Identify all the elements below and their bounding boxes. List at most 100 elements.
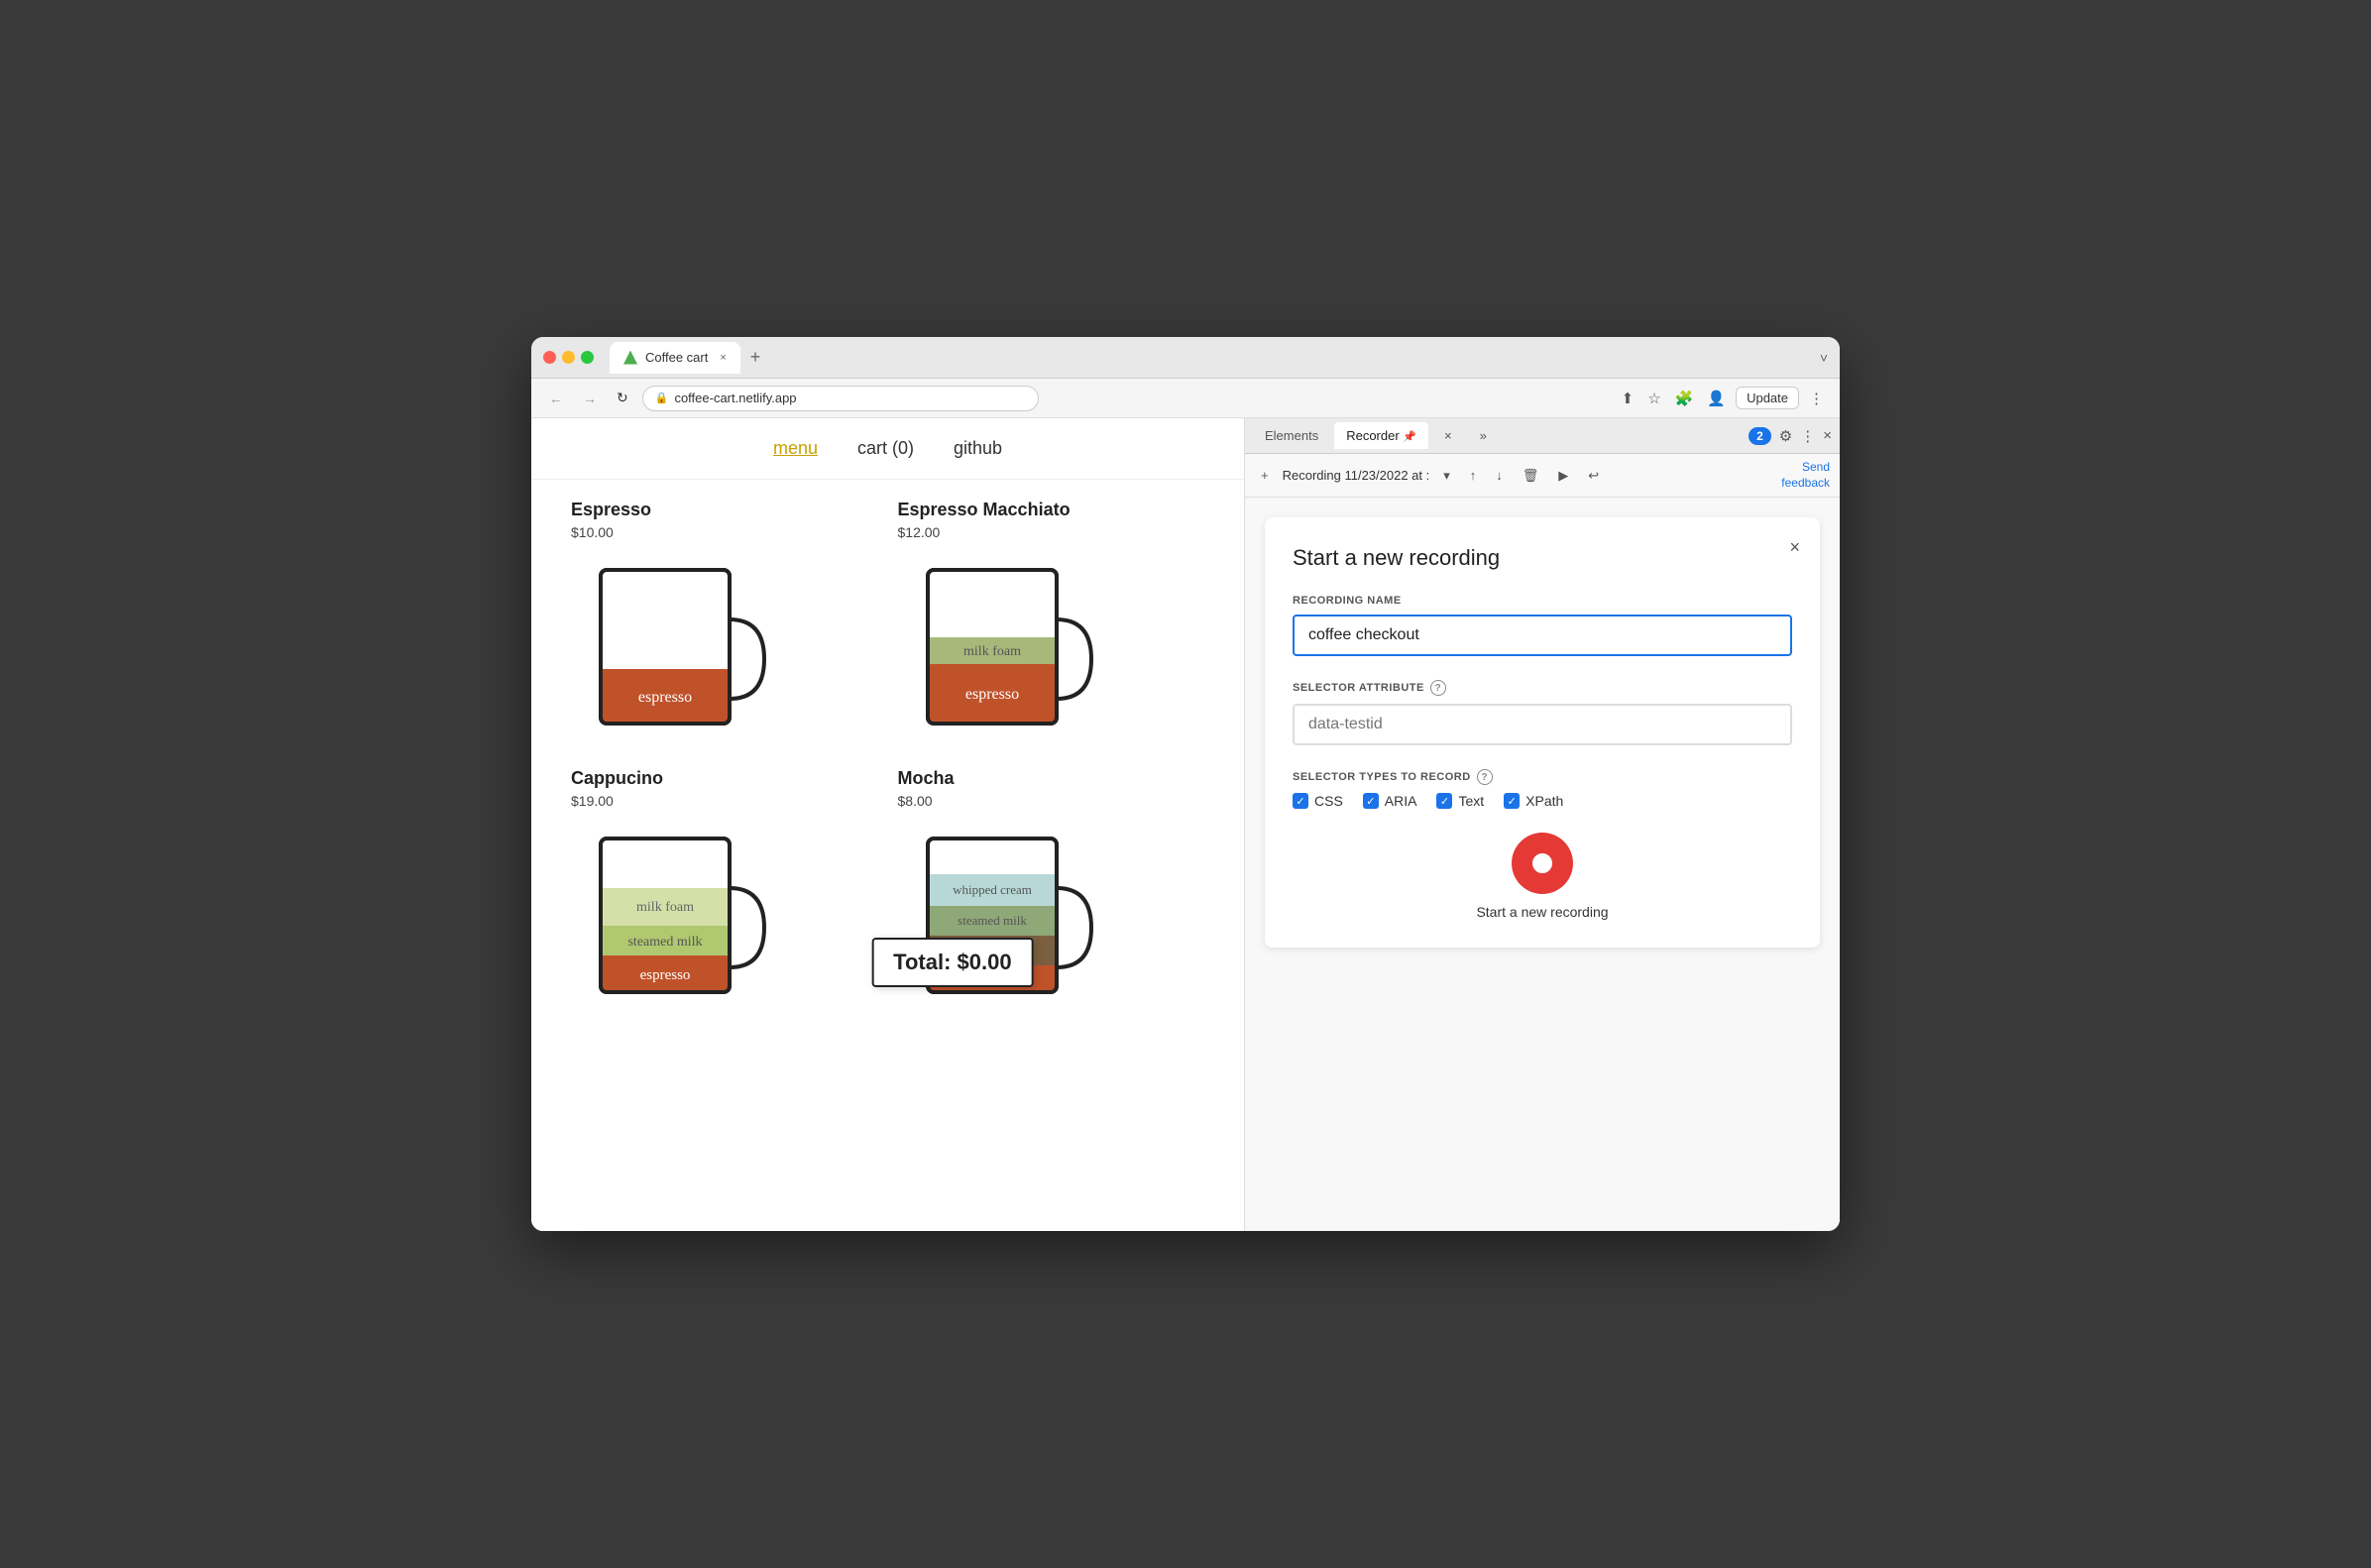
checkbox-css[interactable]: ✓ CSS [1293, 793, 1343, 809]
checkbox-aria[interactable]: ✓ ARIA [1363, 793, 1417, 809]
recording-info: Recording 11/23/2022 at : [1283, 468, 1430, 483]
cappucino-price: $19.00 [571, 793, 878, 809]
tab-area: Coffee cart × + [610, 342, 1812, 374]
main-area: menu cart (0) github Espresso $10.00 [531, 418, 1840, 1231]
total-overlay: Total: $0.00 [871, 938, 1033, 987]
svg-text:whipped cream: whipped cream [953, 882, 1032, 897]
selector-attribute-help-icon[interactable]: ? [1430, 680, 1446, 696]
coffee-item-macchiato[interactable]: Espresso Macchiato $12.00 espresso milk … [898, 500, 1205, 748]
user-icon[interactable]: 👤 [1703, 386, 1730, 411]
checkbox-text-label: Text [1458, 793, 1484, 809]
checkbox-xpath-box: ✓ [1504, 793, 1520, 809]
selector-attribute-group: SELECTOR ATTRIBUTE ? [1293, 680, 1792, 745]
devtools-close-icon[interactable]: × [1823, 427, 1832, 444]
nav-menu[interactable]: menu [773, 438, 818, 459]
minimize-traffic-light[interactable] [562, 351, 575, 364]
coffee-nav: menu cart (0) github [531, 418, 1244, 480]
checkbox-text[interactable]: ✓ Text [1436, 793, 1484, 809]
active-tab[interactable]: Coffee cart × [610, 342, 740, 374]
devtools-settings-icon[interactable]: ⚙ [1779, 427, 1792, 445]
recording-dialog: × Start a new recording RECORDING NAME S… [1265, 517, 1820, 948]
pin-icon: 📌 [1403, 431, 1416, 443]
checkbox-css-box: ✓ [1293, 793, 1308, 809]
recording-name-input[interactable] [1293, 615, 1792, 656]
mocha-name: Mocha [898, 768, 1205, 789]
espresso-name: Espresso [571, 500, 878, 520]
selector-types-group: SELECTOR TYPES TO RECORD ? ✓ CSS ✓ ARIA [1293, 769, 1792, 809]
close-traffic-light[interactable] [543, 351, 556, 364]
cappucino-cup: espresso steamed milk milk foam [571, 819, 769, 1017]
svg-text:steamed milk: steamed milk [958, 913, 1027, 928]
mocha-cup: chocolate syrup steamed milk whipped cre… [898, 819, 1096, 1017]
devtools-tab-recorder[interactable]: Recorder 📌 [1334, 422, 1428, 449]
selector-types-help-icon[interactable]: ? [1477, 769, 1493, 785]
nav-github[interactable]: github [954, 438, 1002, 459]
nav-actions: ⬆ ☆ 🧩 👤 Update ⋮ [1618, 386, 1828, 411]
play-btn[interactable]: ▶ [1552, 465, 1574, 487]
forward-btn[interactable]: → [577, 387, 603, 410]
devtools-badge[interactable]: 2 [1749, 427, 1771, 445]
selector-attribute-input[interactable] [1293, 704, 1792, 745]
address-bar[interactable]: 🔒 coffee-cart.netlify.app [642, 386, 1039, 411]
checkbox-aria-box: ✓ [1363, 793, 1379, 809]
selector-types-label: SELECTOR TYPES TO RECORD ? [1293, 769, 1792, 785]
record-inner-circle [1529, 850, 1555, 876]
coffee-app: menu cart (0) github Espresso $10.00 [531, 418, 1245, 1231]
maximize-traffic-light[interactable] [581, 351, 594, 364]
macchiato-price: $12.00 [898, 524, 1205, 540]
total-text: Total: $0.00 [893, 950, 1011, 974]
new-tab-btn[interactable]: + [744, 347, 767, 368]
devtools-tab-close[interactable]: × [1432, 422, 1464, 449]
refresh-btn[interactable]: ↻ [611, 386, 634, 410]
coffee-item-espresso[interactable]: Espresso $10.00 espresso [571, 500, 878, 748]
devtools-more-icon[interactable]: ⋮ [1800, 427, 1815, 445]
checkbox-xpath-label: XPath [1525, 793, 1563, 809]
browser-window: Coffee cart × + ˅ ← → ↻ 🔒 coffee-cart.ne… [531, 337, 1840, 1231]
delete-btn[interactable]: 🗑 [1517, 465, 1545, 487]
devtools-toolbar: + Recording 11/23/2022 at : ▾ ↑ ↓ 🗑 ▶ ↩ … [1245, 454, 1840, 498]
svg-text:milk foam: milk foam [963, 644, 1021, 659]
tab-close-btn[interactable]: × [720, 352, 726, 364]
svg-text:espresso: espresso [640, 967, 691, 983]
export-down-btn[interactable]: ↓ [1490, 465, 1509, 486]
title-bar: Coffee cart × + ˅ [531, 337, 1840, 379]
start-recording-label: Start a new recording [1476, 904, 1608, 920]
record-section: Start a new recording [1293, 833, 1792, 920]
tab-favicon [623, 351, 637, 365]
more-options-icon[interactable]: ⋮ [1805, 386, 1828, 411]
add-recording-btn[interactable]: + [1255, 465, 1275, 486]
lock-icon: 🔒 [655, 392, 669, 404]
checkbox-group: ✓ CSS ✓ ARIA ✓ Text ✓ XP [1293, 793, 1792, 809]
expand-icon[interactable]: ˅ [1820, 350, 1828, 366]
dialog-close-btn[interactable]: × [1789, 537, 1800, 558]
replay-btn[interactable]: ↩ [1582, 465, 1605, 487]
devtools-tab-elements[interactable]: Elements [1253, 422, 1330, 449]
svg-text:espresso: espresso [638, 689, 692, 706]
espresso-cup: espresso [571, 550, 769, 748]
checkbox-aria-label: ARIA [1385, 793, 1417, 809]
coffee-grid: Espresso $10.00 espresso [531, 480, 1244, 1037]
send-feedback-link[interactable]: Sendfeedback [1781, 460, 1830, 491]
checkbox-xpath[interactable]: ✓ XPath [1504, 793, 1563, 809]
espresso-price: $10.00 [571, 524, 878, 540]
bookmark-icon[interactable]: ☆ [1643, 386, 1664, 411]
nav-cart[interactable]: cart (0) [857, 438, 914, 459]
nav-bar: ← → ↻ 🔒 coffee-cart.netlify.app ⬆ ☆ 🧩 👤 … [531, 379, 1840, 418]
svg-text:milk foam: milk foam [636, 900, 694, 915]
extensions-icon[interactable]: 🧩 [1671, 386, 1698, 411]
back-btn[interactable]: ← [543, 387, 569, 410]
selector-attribute-label: SELECTOR ATTRIBUTE ? [1293, 680, 1792, 696]
devtools-actions: 2 ⚙ ⋮ × [1749, 427, 1832, 445]
update-btn[interactable]: Update [1736, 387, 1799, 409]
devtools-tab-more[interactable]: » [1468, 422, 1499, 449]
share-icon[interactable]: ⬆ [1618, 386, 1638, 411]
coffee-item-cappucino[interactable]: Cappucino $19.00 espresso steamed milk [571, 768, 878, 1017]
start-recording-btn[interactable] [1512, 833, 1573, 894]
macchiato-name: Espresso Macchiato [898, 500, 1205, 520]
checkbox-css-label: CSS [1314, 793, 1343, 809]
url-text: coffee-cart.netlify.app [674, 391, 796, 405]
recording-dropdown-btn[interactable]: ▾ [1437, 465, 1456, 487]
export-up-btn[interactable]: ↑ [1464, 465, 1483, 486]
svg-text:espresso: espresso [964, 686, 1018, 703]
dialog-title: Start a new recording [1293, 545, 1792, 571]
